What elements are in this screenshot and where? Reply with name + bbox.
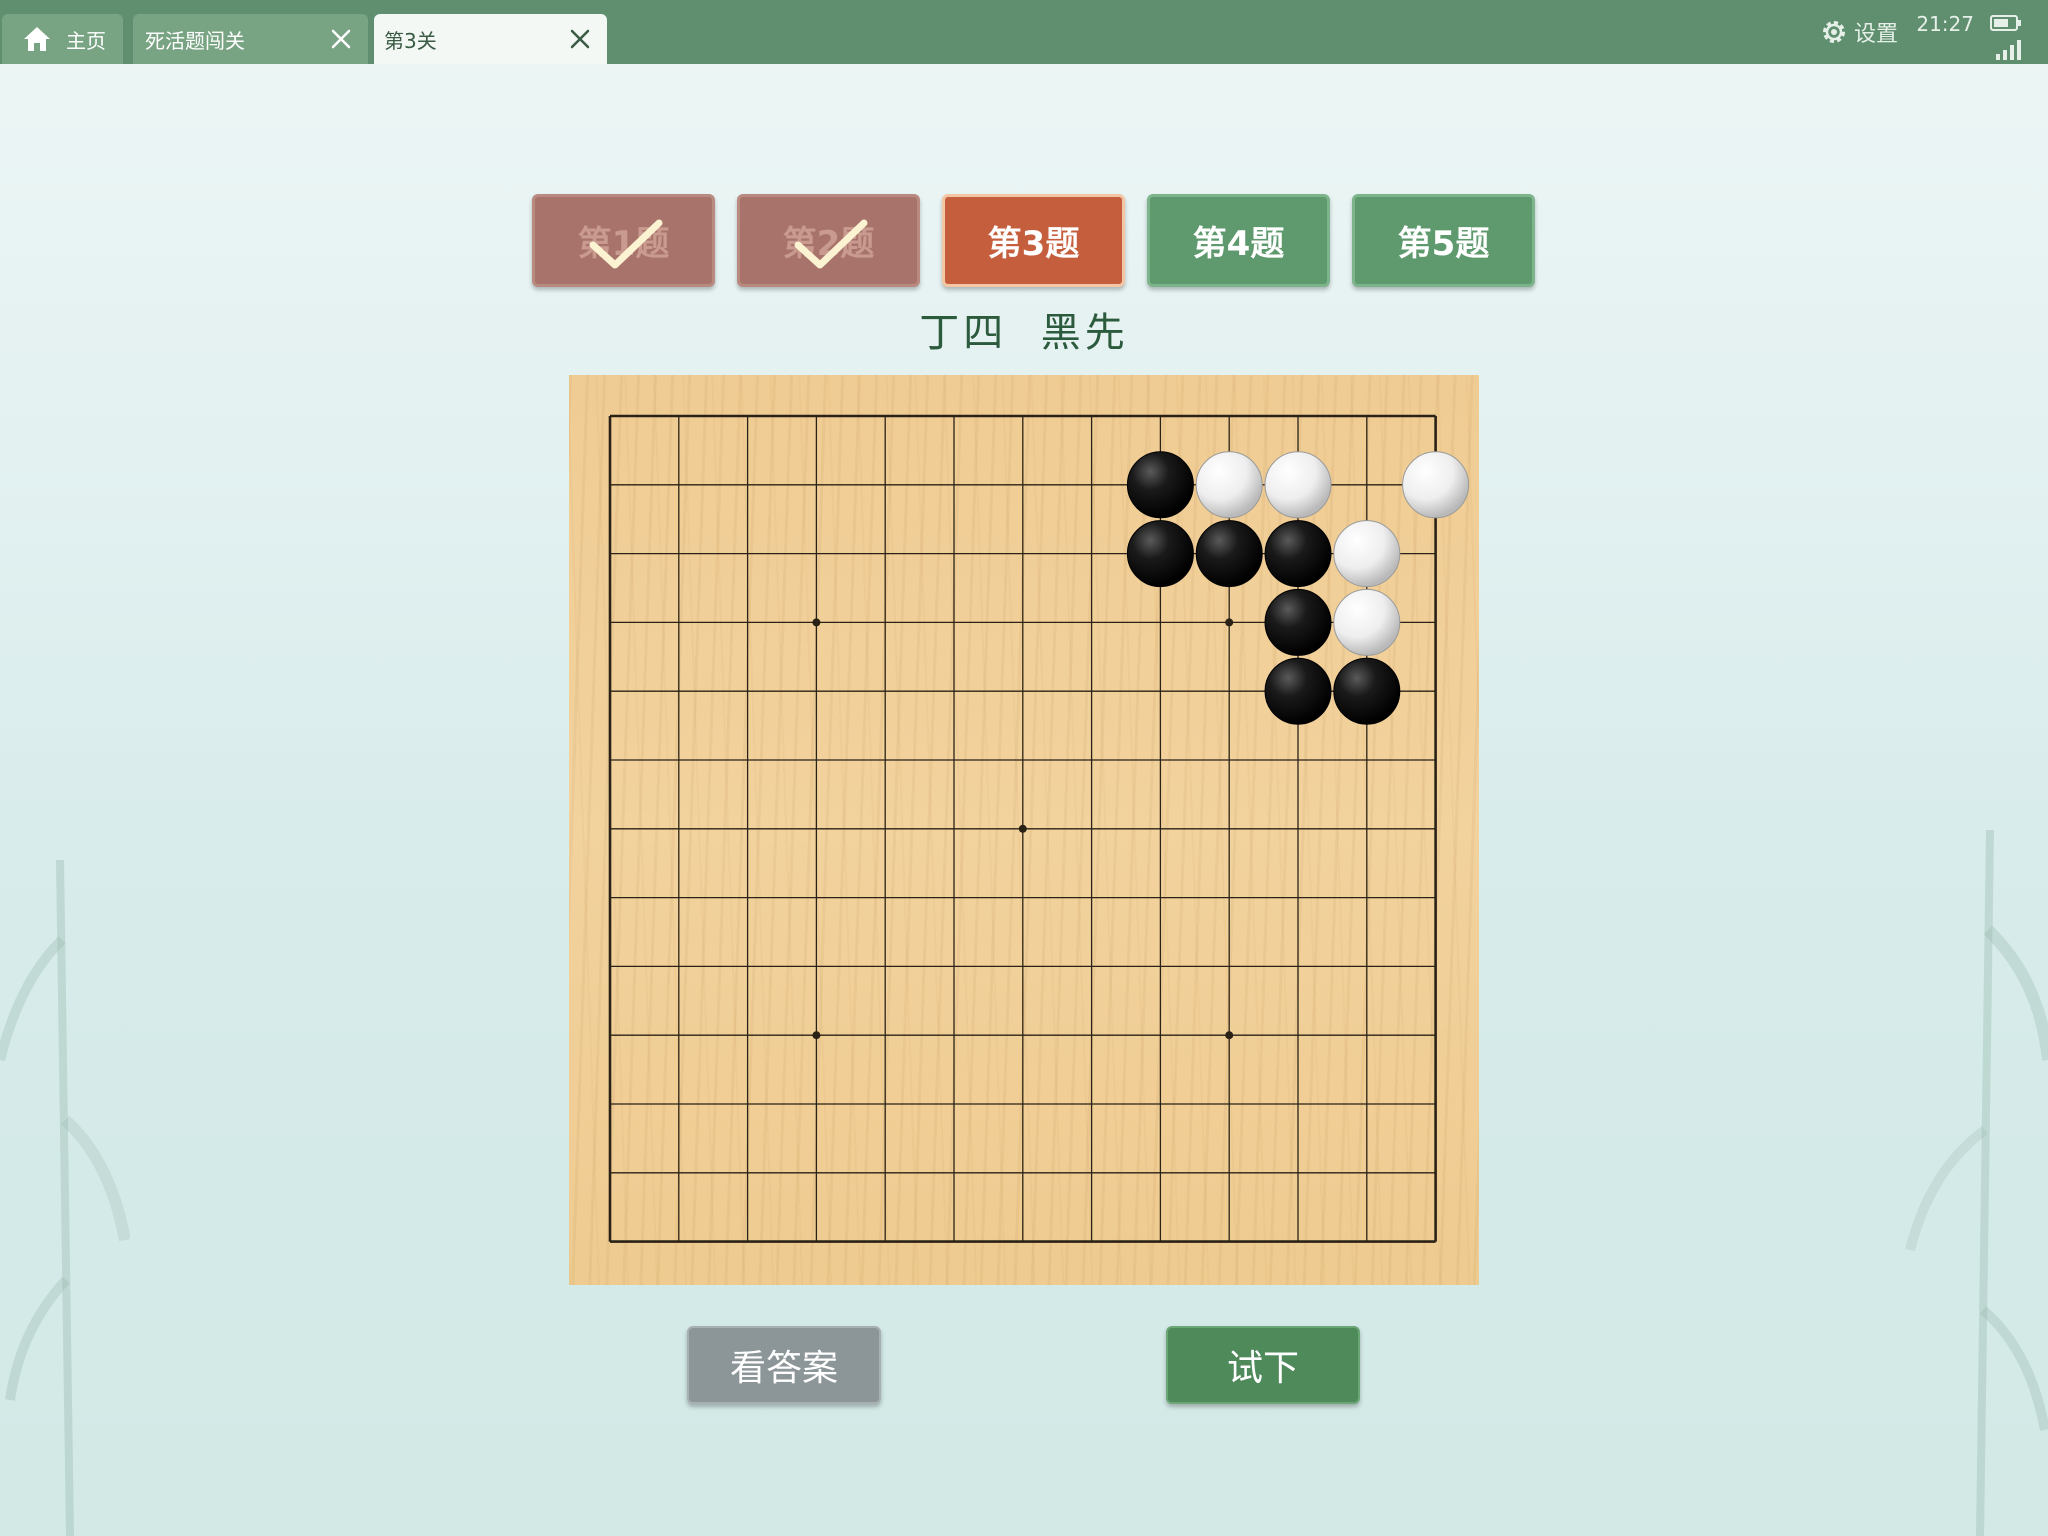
black-stone <box>1333 657 1401 725</box>
black-stone <box>1264 588 1332 656</box>
problem-title: 丁四 黑先 <box>919 310 1129 356</box>
problem-5-label: 第5题 <box>1397 224 1490 264</box>
gear-icon <box>1822 21 1845 43</box>
problem-3-button[interactable]: 第3题 <box>942 194 1125 287</box>
tab-home[interactable]: 主页 <box>2 14 123 64</box>
go-board[interactable] <box>569 375 1479 1285</box>
home-icon <box>24 27 50 51</box>
black-stone <box>1264 657 1332 725</box>
tab-life-death[interactable]: 死活题闯关 <box>133 14 368 64</box>
close-icon[interactable] <box>328 26 354 52</box>
tab-home-label: 主页 <box>66 28 106 53</box>
top-bar: 主页 死活题闯关 第3关 设置 21:27 <box>0 0 2048 64</box>
problem-4-label: 第4题 <box>1192 224 1285 264</box>
black-stone <box>1195 520 1263 588</box>
star-point <box>812 1031 821 1040</box>
star-point <box>1225 1031 1234 1040</box>
battery-icon <box>1990 15 2021 31</box>
problem-3-label: 第3题 <box>987 224 1080 264</box>
white-stone <box>1402 451 1470 519</box>
settings-label: 设置 <box>1853 22 1898 47</box>
white-stone <box>1264 451 1332 519</box>
star-point <box>1018 824 1027 833</box>
settings-button[interactable]: 设置 <box>1820 16 1898 48</box>
black-stone <box>1126 451 1194 519</box>
try-move-label: 试下 <box>1226 1348 1299 1389</box>
problem-2-button[interactable]: 第2题 <box>737 194 920 287</box>
show-answer-label: 看答案 <box>729 1348 838 1389</box>
tab-level-3[interactable]: 第3关 <box>374 14 607 64</box>
problem-4-button[interactable]: 第4题 <box>1147 194 1330 287</box>
tab-life-death-label: 死活题闯关 <box>145 28 245 53</box>
bamboo-decoration-right <box>1905 830 2048 1536</box>
board-grid[interactable] <box>569 375 1479 1285</box>
white-stone <box>1195 451 1263 519</box>
try-move-button[interactable]: 试下 <box>1166 1326 1360 1404</box>
white-stone <box>1333 588 1401 656</box>
problem-5-button[interactable]: 第5题 <box>1352 194 1535 287</box>
problem-2-label: 第2题 <box>782 224 875 264</box>
white-stone <box>1333 520 1401 588</box>
black-stone <box>1126 520 1194 588</box>
close-icon[interactable] <box>567 26 593 52</box>
bamboo-decoration-left <box>0 860 130 1536</box>
show-answer-button[interactable]: 看答案 <box>687 1326 881 1404</box>
black-stone <box>1264 520 1332 588</box>
problem-1-button[interactable]: 第1题 <box>532 194 715 287</box>
star-point <box>812 618 821 627</box>
problem-1-label: 第1题 <box>577 224 670 264</box>
tab-level-3-label: 第3关 <box>384 28 437 53</box>
clock: 21:27 <box>1916 12 1974 36</box>
star-point <box>1225 618 1234 627</box>
signal-icon <box>1996 40 2021 60</box>
